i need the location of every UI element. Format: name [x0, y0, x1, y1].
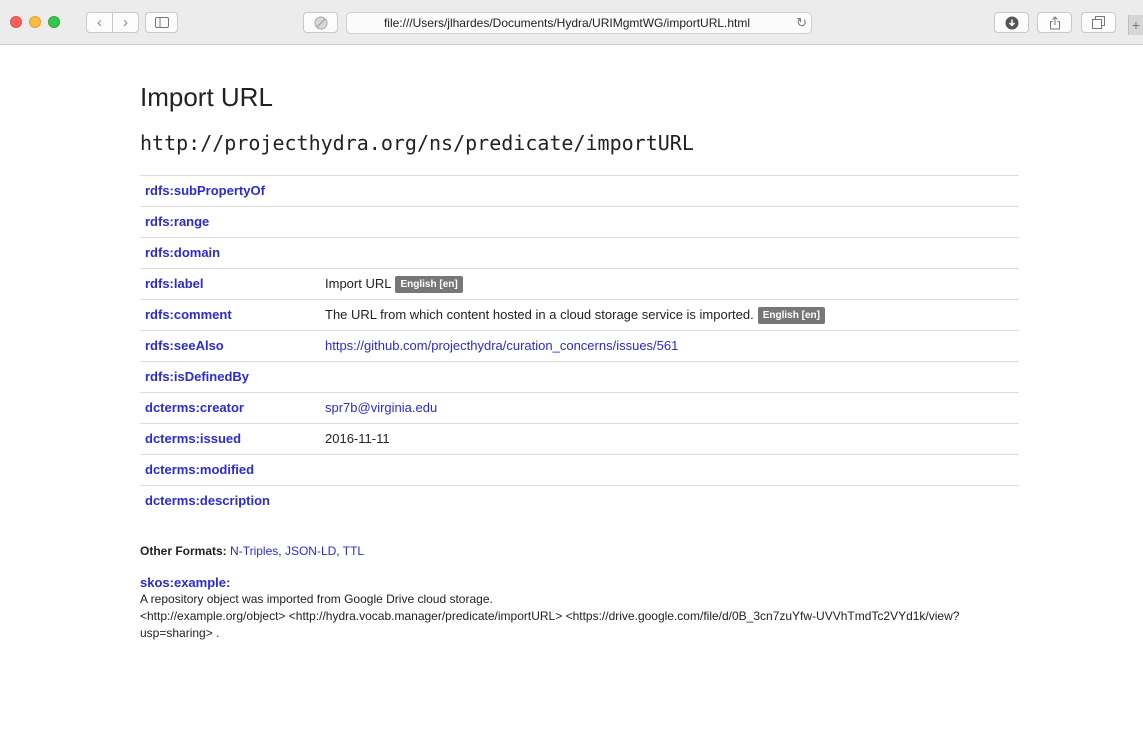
- forward-icon: ›: [123, 14, 128, 31]
- share-icon: [1049, 15, 1060, 29]
- property-key-link[interactable]: rdfs:seeAlso: [145, 331, 224, 361]
- property-row: rdfs:isDefinedBy: [140, 361, 1019, 392]
- other-formats: Other Formats: N-Triples, JSON-LD, TTL: [140, 544, 364, 558]
- property-row: dcterms:description: [140, 485, 1019, 516]
- property-value-link[interactable]: spr7b@virginia.edu: [325, 400, 437, 415]
- property-key-link[interactable]: dcterms:issued: [145, 424, 241, 454]
- property-row: dcterms:creator spr7b@virginia.edu: [140, 392, 1019, 423]
- property-key-link[interactable]: dcterms:modified: [145, 455, 254, 485]
- property-value-text: The URL from which content hosted in a c…: [325, 307, 754, 322]
- property-key-link[interactable]: rdfs:range: [145, 207, 209, 237]
- tabs-icon: [1092, 16, 1105, 29]
- new-tab-icon[interactable]: +: [1128, 15, 1143, 35]
- property-key-link[interactable]: dcterms:creator: [145, 393, 244, 423]
- tabs-overview-button[interactable]: [1081, 12, 1116, 33]
- property-value: spr7b@virginia.edu: [325, 393, 437, 423]
- property-row: rdfs:label Import URL English [en]: [140, 268, 1019, 299]
- property-value: The URL from which content hosted in a c…: [325, 300, 825, 330]
- properties-table: rdfs:subPropertyOf rdfs:range rdfs:domain r…: [140, 175, 1019, 516]
- zoom-window-button[interactable]: [48, 16, 60, 28]
- property-value: 2016-11-11: [325, 424, 390, 454]
- address-bar[interactable]: file:///Users/jlhardes/Documents/Hydra/U…: [346, 12, 812, 34]
- property-row: rdfs:comment The URL from which content h…: [140, 299, 1019, 330]
- property-row: rdfs:seeAlso https://github.com/projecthy…: [140, 330, 1019, 361]
- property-value-link[interactable]: https://github.com/projecthydra/curation…: [325, 338, 678, 353]
- minimize-window-button[interactable]: [29, 16, 41, 28]
- property-row: dcterms:modified: [140, 454, 1019, 485]
- page-title: Import URL: [140, 82, 273, 112]
- term-uri: http://projecthydra.org/ns/predicate/imp…: [140, 131, 694, 155]
- sidebar-icon: [154, 17, 169, 28]
- download-icon: [1005, 16, 1018, 29]
- forward-button[interactable]: ›: [112, 12, 139, 33]
- skos-example: skos:example: A repository object was im…: [140, 574, 970, 642]
- property-value: Import URL English [en]: [325, 269, 463, 299]
- property-value: https://github.com/projecthydra/curation…: [325, 331, 678, 361]
- format-link-jsonld[interactable]: JSON-LD: [285, 544, 336, 558]
- property-key-link[interactable]: rdfs:domain: [145, 238, 220, 268]
- downloads-button[interactable]: [994, 12, 1029, 33]
- format-separator: ,: [278, 544, 285, 558]
- back-icon: ‹: [97, 14, 102, 31]
- format-link-ttl[interactable]: TTL: [343, 544, 364, 558]
- browser-toolbar: ‹ › file:///Users/jlhardes/Documents/Hyd…: [0, 0, 1143, 45]
- property-key-link[interactable]: rdfs:comment: [145, 300, 232, 330]
- example-description: A repository object was imported from Go…: [140, 592, 493, 606]
- back-button[interactable]: ‹: [86, 12, 113, 33]
- property-key-link[interactable]: rdfs:subPropertyOf: [145, 176, 265, 206]
- close-window-button[interactable]: [10, 16, 22, 28]
- language-badge: English [en]: [757, 307, 825, 324]
- reload-icon[interactable]: ↻: [796, 13, 807, 33]
- privacy-icon: [314, 16, 327, 29]
- property-key-link[interactable]: dcterms:description: [145, 486, 270, 516]
- property-row: rdfs:range: [140, 206, 1019, 237]
- url-text[interactable]: file:///Users/jlhardes/Documents/Hydra/U…: [347, 13, 787, 33]
- example-key: skos:example:: [140, 575, 231, 590]
- share-button[interactable]: [1037, 12, 1072, 33]
- property-row: rdfs:subPropertyOf: [140, 175, 1019, 206]
- language-badge: English [en]: [395, 276, 463, 293]
- other-formats-label: Other Formats:: [140, 544, 227, 558]
- property-row: dcterms:issued 2016-11-11: [140, 423, 1019, 454]
- property-row: rdfs:domain: [140, 237, 1019, 268]
- property-key-link[interactable]: rdfs:isDefinedBy: [145, 362, 249, 392]
- property-value-text: 2016-11-11: [325, 431, 390, 446]
- sidebar-button[interactable]: [145, 12, 178, 33]
- example-triple: <http://example.org/object> <http://hydr…: [140, 609, 960, 640]
- property-key-link[interactable]: rdfs:label: [145, 269, 204, 299]
- property-value-text: Import URL: [325, 276, 392, 291]
- format-link-ntriples[interactable]: N-Triples: [230, 544, 278, 558]
- privacy-button[interactable]: [303, 12, 338, 33]
